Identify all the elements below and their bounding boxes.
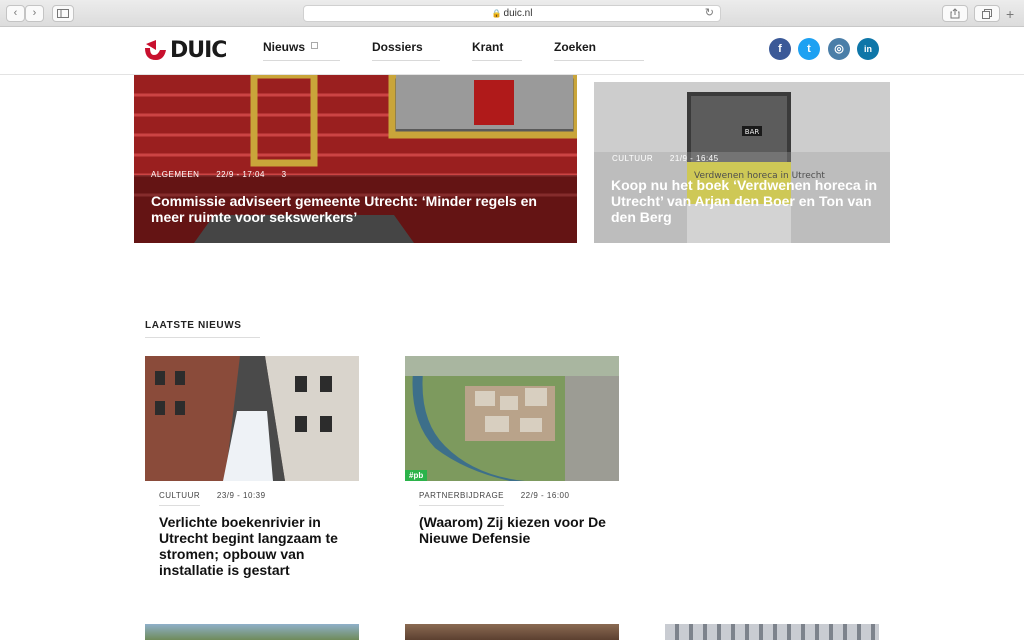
news-card[interactable]: #pb PARTNERBIJDRAGE 22/9 - 16:00 (Waarom… — [405, 356, 619, 546]
share-icon — [950, 8, 960, 19]
forward-icon: › — [32, 7, 37, 19]
book-sign-text: BAR — [745, 128, 760, 136]
hero-title[interactable]: Commissie adviseert gemeente Utrecht: ‘M… — [151, 193, 561, 225]
logo-text: DUIC — [170, 37, 227, 63]
street-photo — [145, 356, 359, 481]
card-image[interactable] — [405, 624, 619, 640]
nav-label: Zoeken — [554, 40, 597, 54]
card-date: 23/9 - 10:39 — [216, 491, 266, 500]
site-header: DUIC Nieuws Dossiers Krant Zoeken f t ◎ … — [0, 27, 1024, 75]
section-heading: LAATSTE NIEUWS — [145, 320, 260, 338]
hero-date: 22/9 - 17:04 — [216, 170, 265, 179]
site-logo[interactable]: DUIC — [144, 37, 227, 63]
news-card[interactable]: CULTUUR 23/9 - 10:39 Verlichte boekenriv… — [145, 356, 359, 578]
new-tab-icon[interactable]: + — [1006, 6, 1014, 22]
hero-meta: CULTUUR 21/9 - 16:45 — [612, 154, 733, 163]
card-date: 22/9 - 16:00 — [520, 491, 570, 500]
dropdown-icon — [311, 42, 319, 49]
browser-toolbar: ‹ › 🔒 duic.nl ↻ + — [0, 0, 1024, 27]
hero-meta: ALGEMEEN 22/9 - 17:04 3 — [151, 170, 301, 179]
card-image[interactable] — [145, 624, 359, 640]
lock-icon: 🔒 — [491, 9, 502, 18]
card-title[interactable]: (Waarom) Zij kiezen voor De Nieuwe Defen… — [419, 514, 619, 546]
nav-label: Dossiers — [372, 40, 423, 54]
hero-comment-count[interactable]: 3 — [282, 170, 287, 179]
back-button[interactable]: ‹ — [6, 5, 25, 22]
nav-dossiers[interactable]: Dossiers — [372, 40, 440, 61]
facebook-icon[interactable]: f — [769, 38, 791, 60]
hero-title[interactable]: Koop nu het boek ‘Verdwenen horeca in Ut… — [611, 177, 887, 225]
reload-icon[interactable]: ↻ — [705, 6, 714, 21]
address-bar[interactable]: 🔒 duic.nl ↻ — [303, 5, 721, 22]
forward-button[interactable]: › — [25, 5, 44, 22]
back-icon: ‹ — [13, 7, 18, 19]
twitter-icon[interactable]: t — [798, 38, 820, 60]
instagram-icon[interactable]: ◎ — [828, 38, 850, 60]
card-image[interactable] — [665, 624, 879, 640]
partner-badge: #pb — [405, 470, 428, 481]
hero-article[interactable]: ALGEMEEN 22/9 - 17:04 3 Commissie advise… — [134, 75, 577, 243]
nav-nieuws[interactable]: Nieuws — [263, 40, 340, 61]
hero-date: 21/9 - 16:45 — [669, 154, 719, 163]
sidebar-toggle-button[interactable] — [52, 5, 74, 22]
nav-zoeken[interactable]: Zoeken — [554, 40, 644, 61]
url-text: duic.nl — [503, 8, 533, 19]
share-button[interactable] — [942, 5, 968, 22]
card-meta: CULTUUR 23/9 - 10:39 — [159, 491, 359, 506]
sidebar-icon — [57, 9, 69, 18]
nav-krant[interactable]: Krant — [472, 40, 522, 61]
hero-category[interactable]: CULTUUR — [612, 154, 653, 163]
nav-label: Nieuws — [263, 40, 306, 54]
hero-article-book[interactable]: BAR Verdwenen horeca in Utrecht CULTUUR … — [594, 82, 890, 243]
card-title[interactable]: Verlichte boekenrivier in Utrecht begint… — [159, 514, 359, 578]
linkedin-icon[interactable]: in — [857, 38, 879, 60]
hero-category[interactable]: ALGEMEEN — [151, 170, 199, 179]
card-meta: PARTNERBIJDRAGE 22/9 - 16:00 — [419, 491, 619, 506]
tabs-button[interactable] — [974, 5, 1000, 22]
card-category[interactable]: PARTNERBIJDRAGE — [419, 491, 504, 506]
card-image[interactable]: #pb — [405, 356, 619, 481]
aerial-photo — [405, 356, 619, 481]
card-category[interactable]: CULTUUR — [159, 491, 201, 506]
tabs-icon — [982, 9, 992, 19]
card-image[interactable] — [145, 356, 359, 481]
duic-logo-icon — [145, 40, 166, 60]
nav-label: Krant — [472, 40, 504, 54]
